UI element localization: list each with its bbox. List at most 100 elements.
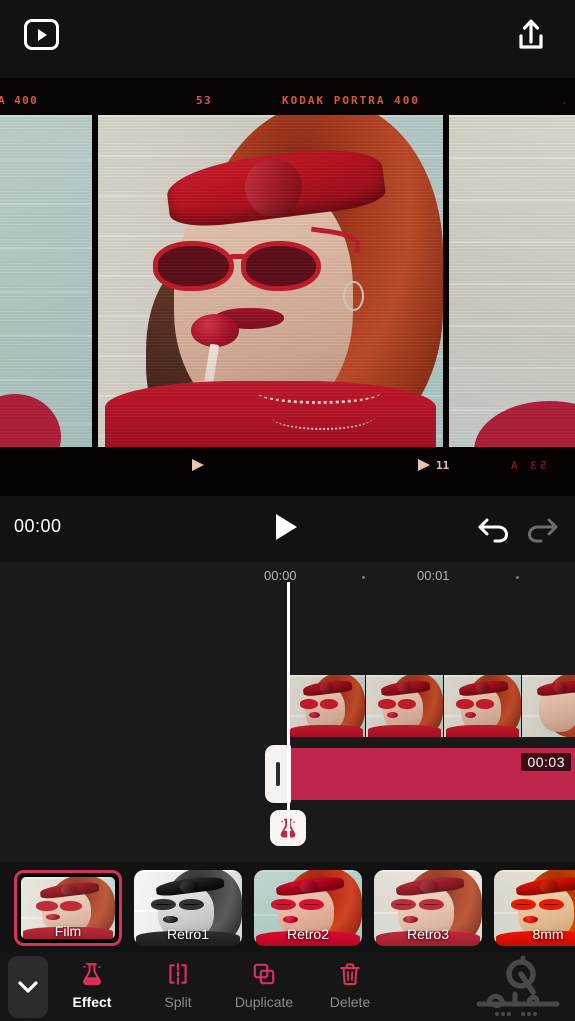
watermark-glyph	[476, 955, 560, 1016]
effect-clip[interactable]: 00:03	[287, 748, 575, 800]
trash-icon	[340, 963, 360, 986]
redo-glyph	[527, 518, 558, 543]
share-upload-icon[interactable]	[511, 14, 551, 58]
filter-item-8mm[interactable]: 8mm	[494, 870, 575, 946]
sunglasses	[36, 900, 86, 911]
timeline[interactable]: 00:00 00:01 00:03	[0, 562, 575, 862]
video-preview[interactable]: RA 400 53 KODAK PORTRA 400 .	[0, 78, 575, 496]
tool-label: Split	[164, 994, 192, 1010]
triangle-right-icon	[418, 459, 430, 471]
red-shirt	[367, 724, 442, 737]
sunglasses	[151, 898, 208, 911]
portrait-subject	[98, 115, 443, 447]
sunglasses	[153, 226, 363, 291]
video-thumbnail	[444, 675, 522, 737]
lens-right	[538, 898, 564, 911]
filmstrip-bottom-labels: 11 53 A	[0, 447, 575, 496]
transport-bar: 00:00	[0, 496, 575, 562]
lens-left	[300, 698, 319, 709]
filter-label: Film	[54, 923, 82, 939]
lens-right	[178, 898, 204, 911]
lens-right	[397, 698, 416, 709]
video-track[interactable]	[288, 675, 575, 737]
thumb-portrait	[366, 675, 443, 737]
play-in-box-icon[interactable]	[24, 19, 59, 50]
tool-split[interactable]: Split	[132, 961, 224, 1015]
video-thumbnail	[288, 675, 366, 737]
earring	[342, 281, 364, 311]
farsi-logo-watermark	[465, 954, 569, 1020]
thumb-portrait	[522, 675, 575, 737]
current-time-label: 00:00	[14, 516, 62, 536]
lens-left	[511, 898, 537, 911]
tool-delete[interactable]: Delete	[304, 961, 396, 1015]
filter-label: Retro2	[286, 926, 330, 942]
ruler-dot	[516, 576, 519, 579]
tool-label: Duplicate	[234, 994, 294, 1010]
redo-arrow-icon[interactable]	[525, 512, 561, 546]
tool-effect[interactable]: Effect	[46, 961, 138, 1015]
filmstrip-frame-number: 53	[196, 94, 213, 107]
red-shirt	[445, 724, 520, 737]
video-thumbnail	[522, 675, 575, 737]
lens-right	[418, 898, 444, 911]
sunglasses	[456, 698, 497, 709]
sunglasses	[511, 898, 568, 911]
undo-glyph	[478, 518, 509, 543]
tool-duplicate[interactable]: Duplicate	[218, 961, 310, 1015]
lens-left	[271, 898, 297, 911]
sunglasses	[300, 698, 341, 709]
effect-duration-label: 00:03	[521, 753, 571, 771]
ruler-label-0: 00:00	[264, 568, 297, 583]
frame-wall	[449, 115, 575, 447]
lens-left	[36, 900, 58, 911]
tool-label: Effect	[72, 994, 112, 1010]
play-triangle-icon	[38, 28, 47, 41]
playhead[interactable]	[287, 582, 290, 842]
ruler-label-1: 00:01	[417, 568, 450, 583]
share-upload-glyph	[519, 19, 543, 49]
sunglasses	[271, 898, 328, 911]
filter-item-film[interactable]: Film	[14, 870, 122, 946]
lens-right	[240, 241, 322, 291]
filmstrip-bottom-frame-number: 11	[436, 459, 450, 472]
flask-icon	[83, 962, 101, 986]
lens-left	[456, 698, 475, 709]
filter-item-retro2[interactable]: Retro2	[254, 870, 362, 946]
tool-label: Delete	[329, 994, 371, 1010]
undo-arrow-icon[interactable]	[475, 512, 511, 546]
lens-left	[391, 898, 417, 911]
lens-left	[153, 241, 234, 291]
top-bar	[0, 0, 575, 78]
lens-left	[378, 698, 397, 709]
lens-right	[319, 698, 338, 709]
lens-left	[151, 898, 177, 911]
lens-right	[298, 898, 324, 911]
filter-item-retro1[interactable]: Retro1	[134, 870, 242, 946]
video-thumbnail	[366, 675, 444, 737]
necklace-chain	[256, 381, 381, 404]
filter-item-retro3[interactable]: Retro3	[374, 870, 482, 946]
filmstrip-film-stock: KODAK PORTRA 400	[282, 94, 420, 107]
play-icon[interactable]	[276, 514, 297, 540]
duplicate-icon	[253, 963, 275, 985]
red-shirt	[289, 724, 364, 737]
drag-handle-icon	[276, 762, 280, 786]
filmstrip-left-text: RA 400	[0, 94, 39, 107]
split-icon	[169, 963, 187, 985]
filmstrip-bottom-code: 53 A	[508, 459, 547, 472]
chevron-down-glyph	[18, 981, 38, 993]
triangle-right-icon	[192, 459, 204, 471]
ruler-dot	[362, 576, 365, 579]
thumb-portrait	[288, 675, 365, 737]
bottom-toolbar: Effect Split Duplicate Delete	[0, 952, 575, 1021]
glasses-bridge	[229, 254, 249, 260]
filmstrip-frame-next	[449, 115, 575, 447]
filmstrip-frame-prev	[0, 115, 92, 447]
filmstrip-frames	[0, 115, 575, 447]
filter-label: Retro1	[166, 926, 210, 942]
chevron-down-icon[interactable]	[8, 956, 48, 1018]
filter-carousel[interactable]: Film Retro1 Retro2 Retro3 8mm	[0, 864, 575, 952]
thumb-portrait	[444, 675, 521, 737]
video-editor-app: RA 400 53 KODAK PORTRA 400 .	[0, 0, 575, 1021]
